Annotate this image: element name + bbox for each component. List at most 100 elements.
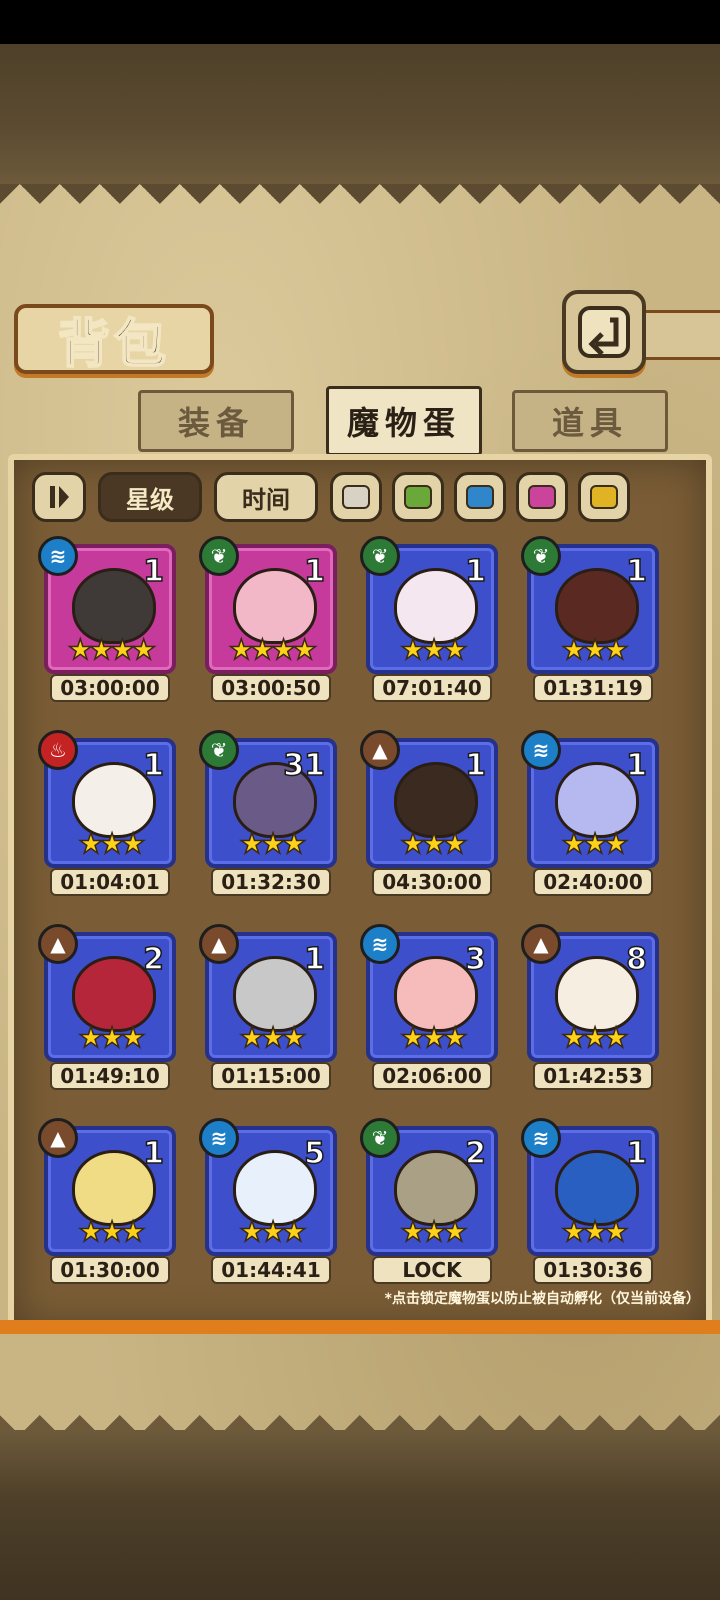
hatch-timer: 03:00:00: [50, 674, 170, 702]
sort-toggle-icon: [50, 486, 69, 508]
sort-order-button[interactable]: [32, 472, 86, 522]
back-button[interactable]: [562, 290, 646, 374]
egg-slot[interactable]: 1 ★★★ ≋ 02:40:00: [521, 730, 663, 899]
filter-color-green[interactable]: [392, 472, 444, 522]
color-swatch: [528, 485, 556, 509]
egg-count: 1: [464, 553, 486, 590]
egg-count: 1: [625, 553, 647, 590]
egg-slot[interactable]: 1 ★★★ ♨ 01:04:01: [38, 730, 180, 899]
tab-equipment[interactable]: 装备: [138, 390, 294, 452]
earth-element-icon: ▲: [38, 924, 78, 964]
star-icon: ★: [78, 1215, 105, 1248]
sort-by-time-button[interactable]: 时间: [214, 472, 318, 522]
filter-color-blue[interactable]: [454, 472, 506, 522]
egg-slot[interactable]: 1 ★★★ ▲ 04:30:00: [360, 730, 502, 899]
earth-element-icon: ▲: [199, 924, 239, 964]
star-icon: ★: [442, 633, 469, 666]
egg-count: 1: [142, 1135, 164, 1172]
star-icon: ★: [260, 1021, 287, 1054]
egg-slot[interactable]: 8 ★★★ ▲ 01:42:53: [521, 924, 663, 1093]
egg-count: 31: [283, 747, 326, 784]
leaf-element-icon: ❦: [199, 536, 239, 576]
star-icon: ★: [582, 1215, 609, 1248]
star-icon: ★: [109, 633, 136, 666]
map-background-top: [0, 44, 720, 184]
hatch-timer: 03:00:50: [211, 674, 331, 702]
star-icon: ★: [421, 1215, 448, 1248]
egg-slot[interactable]: 1 ★★★ ▲ 01:15:00: [199, 924, 341, 1093]
leaf-element-icon: ❦: [199, 730, 239, 770]
hatch-timer: 01:30:00: [50, 1256, 170, 1284]
hatch-timer: 01:04:01: [50, 868, 170, 896]
star-rating: ★★★: [209, 1021, 333, 1054]
torn-edge-top: [0, 184, 720, 224]
filter-color-pink[interactable]: [516, 472, 568, 522]
egg-slot[interactable]: 1 ★★★ ▲ 01:30:00: [38, 1118, 180, 1287]
star-icon: ★: [281, 827, 308, 860]
star-rating: ★★★★: [48, 633, 172, 666]
hatch-timer: 01:15:00: [211, 1062, 331, 1090]
filter-color-yellow[interactable]: [578, 472, 630, 522]
leaf-element-icon: ❦: [360, 1118, 400, 1158]
star-icon: ★: [561, 633, 588, 666]
star-icon: ★: [120, 1215, 147, 1248]
color-swatch: [590, 485, 618, 509]
egg-slot[interactable]: 1 ★★★ ≋ 01:30:36: [521, 1118, 663, 1287]
egg-slot[interactable]: 3 ★★★ ≋ 02:06:00: [360, 924, 502, 1093]
star-icon: ★: [281, 1215, 308, 1248]
star-icon: ★: [442, 1021, 469, 1054]
egg-count: 3: [464, 941, 486, 978]
egg-count: 1: [625, 747, 647, 784]
water-element-icon: ≋: [521, 730, 561, 770]
egg-slot[interactable]: 5 ★★★ ≋ 01:44:41: [199, 1118, 341, 1287]
egg-count: 2: [464, 1135, 486, 1172]
back-bar: [640, 310, 720, 360]
tab-label: 道具: [551, 404, 628, 442]
tab-items[interactable]: 道具: [512, 390, 668, 452]
color-swatch: [466, 485, 494, 509]
sort-by-star-button[interactable]: 星级: [98, 472, 202, 522]
color-swatch: [342, 485, 370, 509]
star-icon: ★: [400, 1021, 427, 1054]
star-icon: ★: [78, 827, 105, 860]
egg-slot[interactable]: 1 ★★★★ ❦ 03:00:50: [199, 536, 341, 705]
star-rating: ★★★: [531, 633, 655, 666]
star-icon: ★: [400, 1215, 427, 1248]
star-icon: ★: [99, 1215, 126, 1248]
hatch-timer: 01:31:19: [533, 674, 653, 702]
egg-slot[interactable]: 1 ★★★★ ≋ 03:00:00: [38, 536, 180, 705]
egg-count: 1: [464, 747, 486, 784]
egg-slot[interactable]: 2 ★★★ ❦ LOCK: [360, 1118, 502, 1287]
egg-slot[interactable]: 1 ★★★ ❦ 07:01:40: [360, 536, 502, 705]
tab-monster-eggs[interactable]: 魔物蛋: [326, 386, 482, 456]
egg-slot[interactable]: 31 ★★★ ❦ 01:32:30: [199, 730, 341, 899]
star-rating: ★★★: [48, 827, 172, 860]
star-icon: ★: [421, 633, 448, 666]
egg-count: 8: [625, 941, 647, 978]
water-element-icon: ≋: [521, 1118, 561, 1158]
panel-frame-bottom: [0, 1320, 720, 1334]
tab-label: 魔物蛋: [346, 404, 461, 442]
star-icon: ★: [400, 633, 427, 666]
egg-count: 1: [625, 1135, 647, 1172]
hatch-timer: 01:30:36: [533, 1256, 653, 1284]
star-rating: ★★★: [531, 1215, 655, 1248]
star-icon: ★: [239, 1021, 266, 1054]
leaf-element-icon: ❦: [521, 536, 561, 576]
star-icon: ★: [582, 633, 609, 666]
title-plate: 背包: [14, 304, 214, 376]
egg-count: 5: [303, 1135, 325, 1172]
egg-slot[interactable]: 1 ★★★ ❦ 01:31:19: [521, 536, 663, 705]
star-icon: ★: [603, 1021, 630, 1054]
egg-slot[interactable]: 2 ★★★ ▲ 01:49:10: [38, 924, 180, 1093]
star-icon: ★: [442, 1215, 469, 1248]
egg-count: 1: [303, 553, 325, 590]
star-icon: ★: [270, 633, 297, 666]
earth-element-icon: ▲: [521, 924, 561, 964]
color-swatch: [404, 485, 432, 509]
star-icon: ★: [260, 827, 287, 860]
hatch-timer: 01:42:53: [533, 1062, 653, 1090]
filter-color-gray[interactable]: [330, 472, 382, 522]
star-rating: ★★★: [209, 827, 333, 860]
torn-edge-bottom: [0, 1395, 720, 1435]
